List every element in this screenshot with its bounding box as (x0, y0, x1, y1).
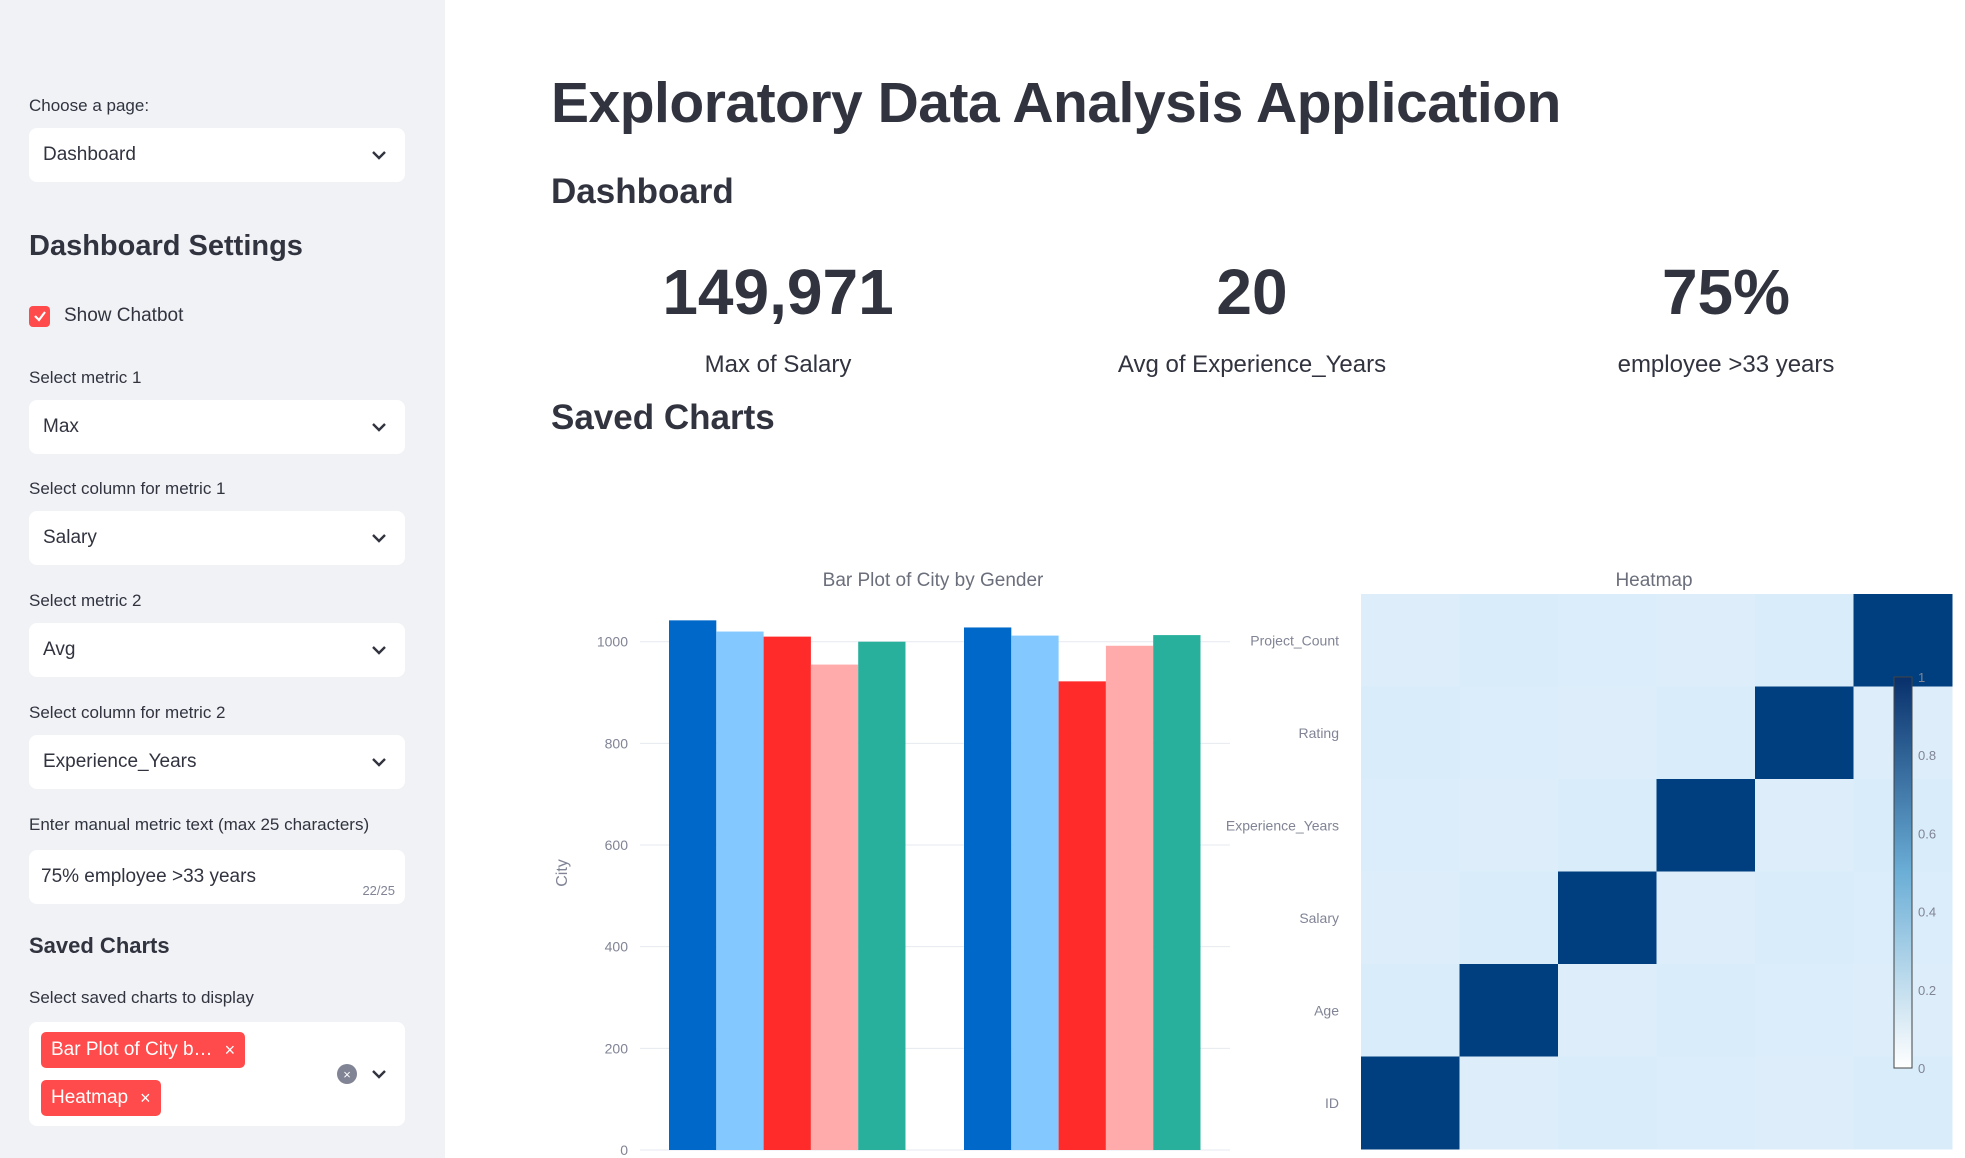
heatmap-row-label: ID (1325, 1095, 1339, 1111)
colorbar-tick-label: 0.6 (1918, 826, 1936, 841)
heatmap-cell (1459, 779, 1559, 872)
heatmap-cell (1656, 594, 1756, 687)
charts-area: Bar Plot of City by Gender City 0 200 400 6… (554, 570, 1953, 1158)
heatmap-row-label: Salary (1299, 910, 1339, 926)
bar (810, 664, 859, 1150)
heatmap-cell (1755, 871, 1854, 965)
heatmap-row-label: Experience_Years (1226, 817, 1339, 833)
heatmap-cell (1853, 1056, 1953, 1150)
bar (964, 627, 1012, 1150)
heatmap-cell (1656, 1056, 1756, 1150)
heatmap-cell (1755, 594, 1854, 687)
bar (858, 641, 906, 1150)
heatmap-cell (1558, 964, 1657, 1057)
bar-chart-title: Bar Plot of City by Gender (823, 570, 1044, 591)
heatmap-cell (1558, 594, 1657, 687)
heatmap-cell (1656, 871, 1756, 965)
heatmap-row-label: Project_Count (1250, 632, 1339, 648)
heatmap-cell (1755, 779, 1854, 872)
y-tick-label: 0 (620, 1142, 628, 1158)
heatmap-cell (1558, 779, 1657, 872)
heatmap-title: Heatmap (1615, 570, 1692, 591)
heatmap-row-label: Rating (1299, 725, 1339, 741)
bar (1105, 645, 1154, 1150)
heatmap-cell (1361, 964, 1460, 1057)
heatmap-cell (1656, 779, 1756, 872)
heatmap-cell (1361, 686, 1460, 780)
bar (1153, 635, 1201, 1150)
colorbar (1893, 676, 1913, 1069)
colorbar-tick-label: 0.4 (1918, 905, 1936, 920)
heatmap-cell (1558, 1056, 1657, 1150)
heatmap-cell (1361, 1056, 1460, 1150)
heatmap-cell (1656, 964, 1756, 1057)
bar (1011, 635, 1059, 1150)
heatmap-cell (1656, 686, 1756, 780)
heatmap-cell (1459, 1056, 1559, 1150)
heatmap-cell (1853, 594, 1953, 687)
bar (763, 636, 811, 1150)
heatmap-cell (1755, 1056, 1854, 1150)
heatmap-cell (1459, 871, 1559, 965)
heatmap-cell (1755, 686, 1854, 780)
bar (669, 620, 717, 1150)
colorbar-tick-label: 0.8 (1918, 748, 1936, 763)
heatmap-cell (1459, 686, 1559, 780)
bar-chart-ylabel: City (554, 859, 571, 887)
colorbar-tick-label: 1 (1918, 670, 1925, 685)
y-tick-label: 1000 (597, 634, 628, 650)
colorbar-tick-label: 0.2 (1918, 983, 1936, 998)
heatmap-cell (1361, 779, 1460, 872)
heatmap-cell (1459, 594, 1559, 687)
y-tick-label: 600 (605, 837, 629, 853)
heatmap-row-label: Age (1314, 1002, 1339, 1018)
colorbar-tick-label: 0 (1918, 1061, 1925, 1076)
heatmap-cell (1755, 964, 1854, 1057)
heatmap-cell (1558, 686, 1657, 780)
bar (1058, 681, 1106, 1150)
heatmap-cell (1558, 871, 1657, 965)
heatmap-cell (1459, 964, 1559, 1057)
y-tick-label: 200 (605, 1040, 629, 1056)
heatmap-cell (1361, 871, 1460, 965)
bar (716, 631, 764, 1150)
y-tick-label: 800 (605, 735, 629, 751)
heatmap-cell (1361, 594, 1460, 687)
y-tick-label: 400 (605, 939, 629, 955)
